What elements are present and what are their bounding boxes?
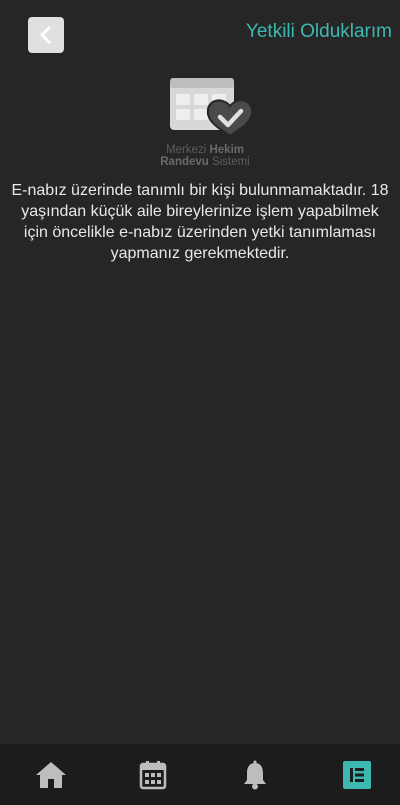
bell-icon bbox=[244, 760, 266, 790]
logo-text: Merkezi Hekim Randevu Sistemi bbox=[160, 144, 250, 168]
list-icon bbox=[343, 761, 371, 789]
back-button[interactable] bbox=[28, 17, 64, 53]
header: Yetkili Olduklarım bbox=[0, 0, 400, 70]
calendar-icon bbox=[139, 761, 167, 790]
bottom-nav bbox=[0, 744, 400, 805]
calendar-heart-icon bbox=[170, 78, 254, 138]
nav-home[interactable] bbox=[34, 758, 68, 792]
info-message: E-nabız üzerinde tanımlı bir kişi bulunm… bbox=[11, 182, 389, 262]
nav-list[interactable] bbox=[340, 758, 374, 792]
chevron-left-icon bbox=[40, 26, 51, 44]
home-icon bbox=[36, 762, 66, 788]
page-title: Yetkili Olduklarım bbox=[245, 21, 392, 42]
nav-notifications[interactable] bbox=[238, 758, 272, 792]
nav-calendar[interactable] bbox=[136, 758, 170, 792]
